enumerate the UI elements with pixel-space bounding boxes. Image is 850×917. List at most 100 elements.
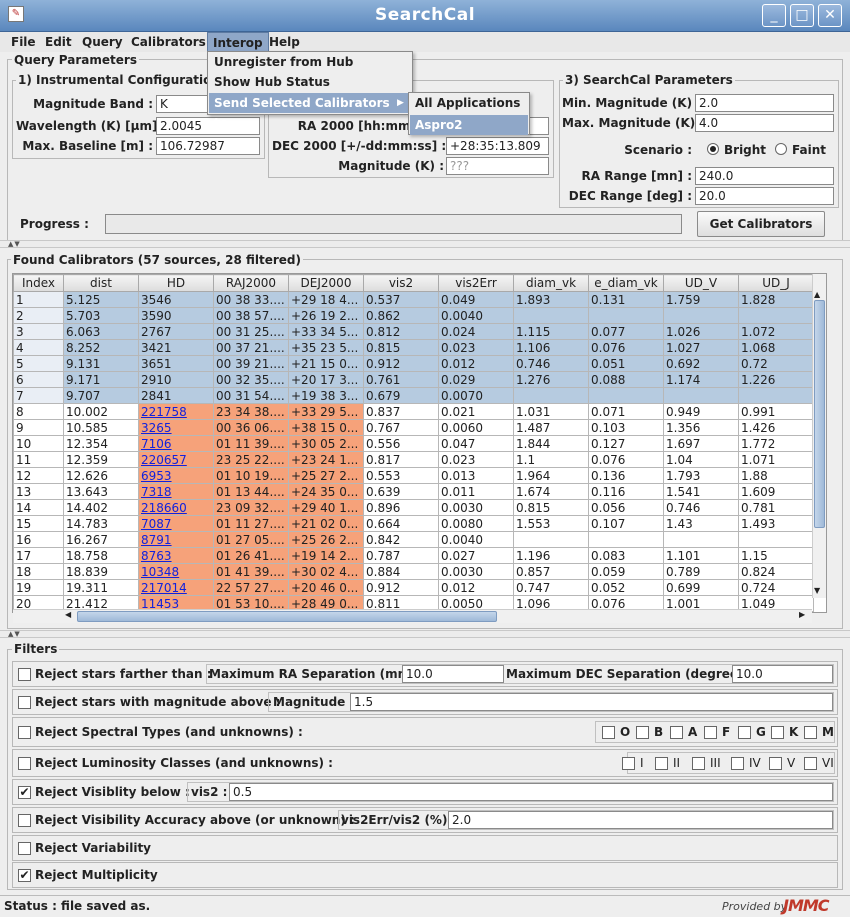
table-cell-dist[interactable]: 10.585 [63,419,139,436]
table-cell-vis2err[interactable]: 0.0040 [438,531,514,548]
table-cell-e-diam-vk[interactable]: 0.052 [588,579,664,596]
calibrators-grid[interactable]: Index dist HD RAJ2000 DEJ2000 vis2 vis2Err diam… [13,274,814,612]
table-cell-hd[interactable]: 3546 [138,291,214,308]
table-cell-vis2[interactable]: 0.884 [363,563,439,580]
maximize-button[interactable]: □ [790,4,814,27]
max-baseline-field[interactable]: 106.72987 [156,137,260,155]
table-cell-vis2[interactable]: 0.787 [363,547,439,564]
menu-item-unregister-hub[interactable]: Unregister from Hub [209,52,411,72]
table-cell-vis2err[interactable]: 0.0030 [438,499,514,516]
table-cell-diam-vk[interactable]: 0.747 [513,579,589,596]
table-cell-ud-v[interactable]: 1.026 [663,323,739,340]
table-cell-dist[interactable]: 9.707 [63,387,139,404]
table-cell-ud-v[interactable]: 1.027 [663,339,739,356]
scroll-right-arrow-icon[interactable]: ▶ [799,610,805,619]
table-cell-ud-v[interactable]: 1.174 [663,371,739,388]
table-cell-hd[interactable]: 2910 [138,371,214,388]
table-cell-vis2err[interactable]: 0.0030 [438,563,514,580]
table-cell-e-diam-vk[interactable]: 0.077 [588,323,664,340]
table-cell-dej2000[interactable]: +19 14 2... [288,547,364,564]
filter-multiplicity-checkbox[interactable]: ✔ [18,869,31,882]
table-cell-e-diam-vk[interactable]: 0.051 [588,355,664,372]
table-cell-e-diam-vk[interactable] [588,307,664,324]
table-row[interactable]: 11 12.359 220657 23 25 22.... +23 24 1... 0.8… [13,451,814,468]
table-row[interactable]: 5 9.131 3651 00 39 21.... +21 15 0... 0.912 0.… [13,355,814,372]
table-cell-dej2000[interactable]: +33 29 5... [288,403,364,420]
table-cell-dist[interactable]: 18.839 [63,563,139,580]
table-cell-ud-j[interactable] [738,307,814,324]
table-cell-ud-j[interactable]: 1.772 [738,435,814,452]
table-cell-ud-v[interactable]: 1.697 [663,435,739,452]
table-cell-vis2err[interactable]: 0.0080 [438,515,514,532]
table-cell-vis2err[interactable]: 0.027 [438,547,514,564]
spectral-b-checkbox[interactable] [636,726,649,739]
table-row[interactable]: 9 10.585 3265 00 36 06.... +38 15 0... 0.767 0… [13,419,814,436]
min-magnitude-field[interactable]: 2.0 [695,94,834,112]
table-cell-raj2000[interactable]: 01 26 41.... [213,547,289,564]
table-cell-ud-v[interactable]: 1.541 [663,483,739,500]
column-header-diam-vk[interactable]: diam_vk [513,274,589,292]
table-cell-ud-v[interactable] [663,531,739,548]
table-row[interactable]: 12 12.626 6953 01 10 19.... +25 27 2... 0.553… [13,467,814,484]
table-cell-hd[interactable]: 217014 [138,579,214,596]
column-header-vis2err[interactable]: vis2Err [438,274,514,292]
table-cell-dist[interactable]: 12.354 [63,435,139,452]
table-cell-ud-v[interactable]: 0.699 [663,579,739,596]
column-header-ud-j[interactable]: UD_J [738,274,814,292]
table-cell-e-diam-vk[interactable]: 0.131 [588,291,664,308]
table-cell-dist[interactable]: 16.267 [63,531,139,548]
table-cell-e-diam-vk[interactable]: 0.056 [588,499,664,516]
spectral-o-checkbox[interactable] [602,726,615,739]
table-cell-ud-j[interactable] [738,531,814,548]
table-cell-raj2000[interactable]: 01 11 27.... [213,515,289,532]
table-row[interactable]: 2 5.703 3590 00 38 57.... +26 19 2... 0.862 0.… [13,307,814,324]
table-cell-raj2000[interactable]: 01 10 19.... [213,467,289,484]
table-cell-vis2[interactable]: 0.556 [363,435,439,452]
table-cell-vis2[interactable]: 0.767 [363,419,439,436]
table-cell-vis2[interactable]: 0.812 [363,323,439,340]
table-cell-vis2err[interactable]: 0.049 [438,291,514,308]
table-cell-dej2000[interactable]: +25 26 2... [288,531,364,548]
table-cell-diam-vk[interactable]: 1.1 [513,451,589,468]
table-cell-diam-vk[interactable]: 1.106 [513,339,589,356]
minimize-button[interactable]: _ [762,4,786,27]
menu-item-show-hub-status[interactable]: Show Hub Status [209,72,411,92]
ra-range-field[interactable]: 240.0 [695,167,834,185]
table-cell-e-diam-vk[interactable]: 0.116 [588,483,664,500]
menu-item-all-applications[interactable]: All Applications [410,93,528,113]
table-cell-index[interactable]: 7 [13,387,64,404]
dec-separation-field[interactable]: 10.0 [732,665,833,683]
table-cell-raj2000[interactable]: 01 41 39.... [213,563,289,580]
table-horizontal-scrollbar[interactable]: ◀ ▶ [13,609,812,623]
table-cell-dist[interactable]: 5.125 [63,291,139,308]
column-header-index[interactable]: Index [13,274,64,292]
table-cell-index[interactable]: 6 [13,371,64,388]
table-row[interactable]: 7 9.707 2841 00 31 54.... +19 38 3... 0.679 0.… [13,387,814,404]
table-cell-diam-vk[interactable]: 1.031 [513,403,589,420]
table-cell-ud-j[interactable]: 1.493 [738,515,814,532]
table-cell-dist[interactable]: 14.402 [63,499,139,516]
table-cell-vis2err[interactable]: 0.023 [438,451,514,468]
table-cell-e-diam-vk[interactable]: 0.059 [588,563,664,580]
filter-luminosity-checkbox[interactable] [18,757,31,770]
table-cell-dej2000[interactable]: +24 35 0... [288,483,364,500]
table-cell-hd[interactable]: 10348 [138,563,214,580]
table-cell-vis2err[interactable]: 0.012 [438,355,514,372]
table-cell-dist[interactable]: 12.626 [63,467,139,484]
table-cell-dej2000[interactable]: +20 46 0... [288,579,364,596]
table-cell-index[interactable]: 8 [13,403,64,420]
table-cell-raj2000[interactable]: 01 27 05.... [213,531,289,548]
table-cell-ud-v[interactable]: 0.692 [663,355,739,372]
scroll-down-arrow-icon[interactable]: ▼ [814,586,820,595]
table-cell-dej2000[interactable]: +30 05 2... [288,435,364,452]
ra-separation-field[interactable]: 10.0 [402,665,504,683]
table-cell-ud-v[interactable] [663,307,739,324]
column-header-dist[interactable]: dist [63,274,139,292]
spectral-k-checkbox[interactable] [771,726,784,739]
table-cell-e-diam-vk[interactable]: 0.083 [588,547,664,564]
table-cell-raj2000[interactable]: 01 11 39.... [213,435,289,452]
table-cell-index[interactable]: 13 [13,483,64,500]
table-cell-dej2000[interactable]: +20 17 3... [288,371,364,388]
table-cell-dej2000[interactable]: +35 23 5... [288,339,364,356]
table-cell-e-diam-vk[interactable] [588,387,664,404]
